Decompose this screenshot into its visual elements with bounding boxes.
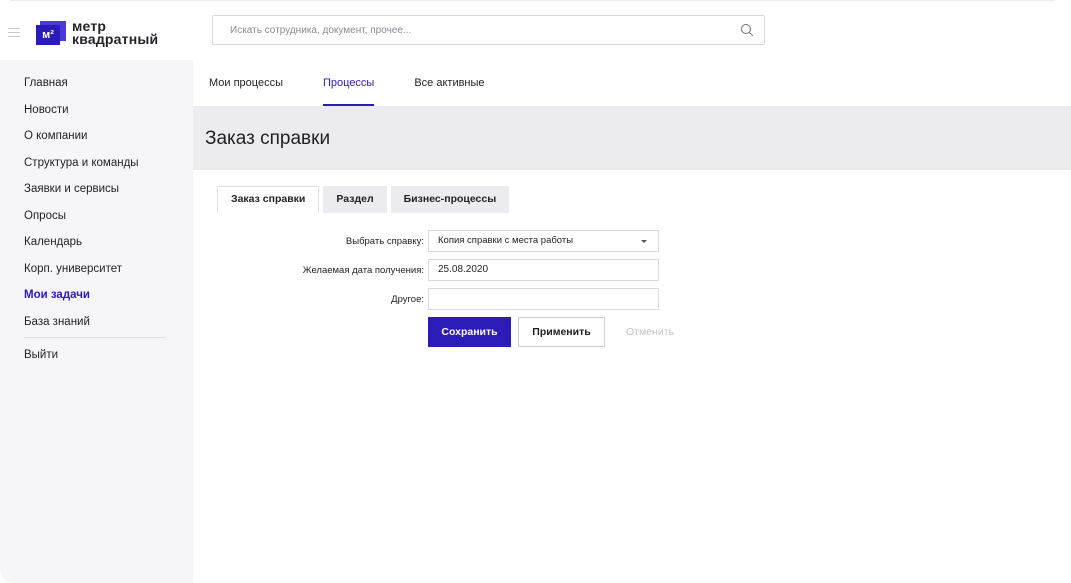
other-field[interactable] (438, 289, 648, 308)
chevron-down-icon (641, 240, 647, 243)
logo-text: метр квадратный (72, 19, 159, 47)
other-field-box (428, 288, 659, 310)
select-label: Выбрать справку: (345, 236, 424, 247)
tab-business-processes[interactable]: Бизнес-процессы (390, 186, 510, 213)
tab-section[interactable]: Раздел (323, 186, 387, 213)
title-band: Заказ справки (193, 106, 1071, 170)
search-box (212, 15, 765, 45)
page-title: Заказ справки (205, 128, 331, 149)
form-actions: Сохранить Применить Отменить (428, 317, 687, 347)
cancel-button[interactable]: Отменить (613, 317, 687, 347)
menu-icon[interactable] (8, 28, 20, 37)
sidebar-divider (24, 337, 166, 338)
date-field[interactable] (438, 260, 648, 279)
sidebar-item-home[interactable]: Главная (24, 76, 174, 103)
sidebar-item-structure[interactable]: Структура и команды (24, 156, 174, 183)
header: м² метр квадратный (0, 0, 1071, 60)
search-icon[interactable] (740, 23, 754, 37)
other-label: Другое: (391, 294, 424, 305)
process-tabs: Мои процессы Процессы Все активные (209, 77, 525, 106)
form-tabs: Заказ справки Раздел Бизнес-процессы (217, 186, 513, 213)
logo-mark: м² (36, 21, 66, 45)
tab-certificate-order[interactable]: Заказ справки (217, 186, 320, 213)
app-window: м² метр квадратный Главная Новости О ком… (0, 0, 1071, 583)
sidebar-item-university[interactable]: Корп. университет (24, 262, 174, 289)
sidebar-item-surveys[interactable]: Опросы (24, 209, 174, 236)
save-button[interactable]: Сохранить (428, 317, 511, 347)
tab-processes[interactable]: Процессы (323, 77, 375, 106)
sidebar-item-calendar[interactable]: Календарь (24, 235, 174, 262)
tab-all-active[interactable]: Все активные (414, 77, 484, 106)
sidebar-item-news[interactable]: Новости (24, 103, 174, 130)
logout-link[interactable]: Выйти (24, 348, 174, 375)
main-content: Мои процессы Процессы Все активные Заказ… (193, 60, 1071, 583)
sidebar-item-requests[interactable]: Заявки и сервисы (24, 182, 174, 209)
logo-line2: квадратный (72, 31, 159, 47)
date-label: Желаемая дата получения: (302, 265, 424, 276)
certificate-select[interactable]: Копия справки с места работы (428, 230, 659, 252)
search-input[interactable] (213, 16, 713, 44)
certificate-select-value: Копия справки с места работы (438, 235, 574, 246)
select-row: Выбрать справку: Копия справки с места р… (193, 230, 1071, 252)
header-divider (10, 0, 1055, 1)
logo[interactable]: м² метр квадратный (36, 18, 158, 48)
sidebar-nav: Главная Новости О компании Структура и к… (24, 76, 174, 375)
date-row: Желаемая дата получения: (193, 259, 1071, 281)
sidebar-item-about[interactable]: О компании (24, 129, 174, 156)
sidebar: Главная Новости О компании Структура и к… (0, 60, 193, 583)
logo-mark-text: м² (36, 25, 60, 45)
date-field-box (428, 259, 659, 281)
tab-my-processes[interactable]: Мои процессы (209, 77, 283, 106)
other-row: Другое: (193, 288, 1071, 310)
sidebar-item-my-tasks[interactable]: Мои задачи (24, 288, 174, 315)
apply-button[interactable]: Применить (518, 317, 605, 347)
